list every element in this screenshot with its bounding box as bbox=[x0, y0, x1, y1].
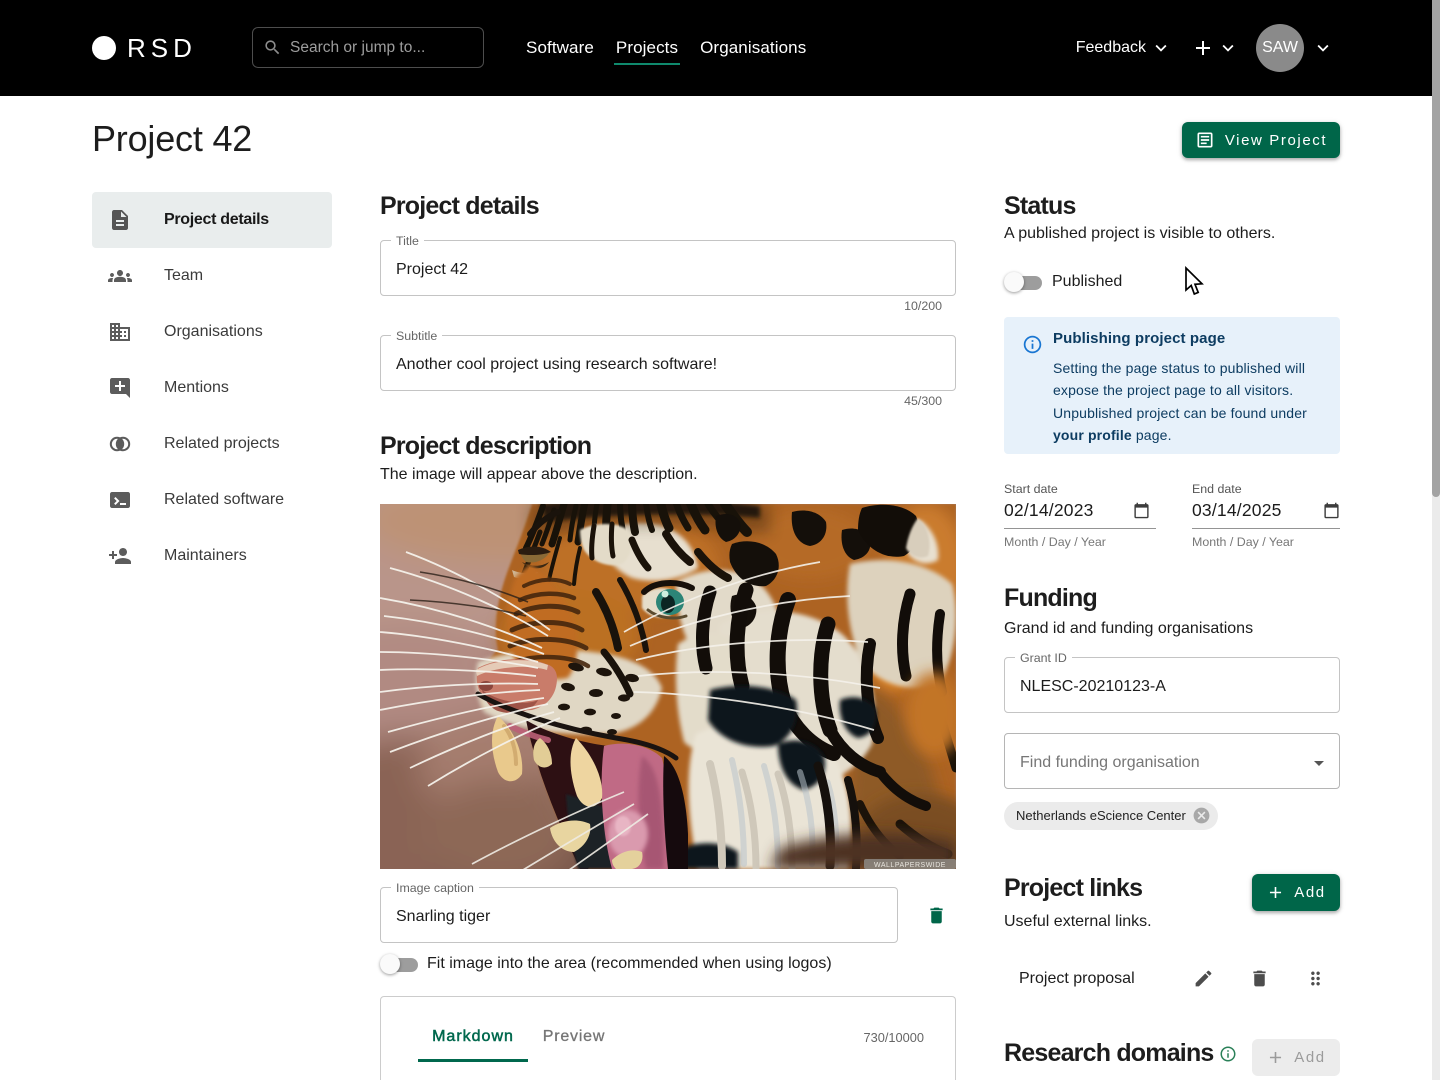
svg-text:WALLPAPERSWIDE: WALLPAPERSWIDE bbox=[874, 862, 946, 869]
